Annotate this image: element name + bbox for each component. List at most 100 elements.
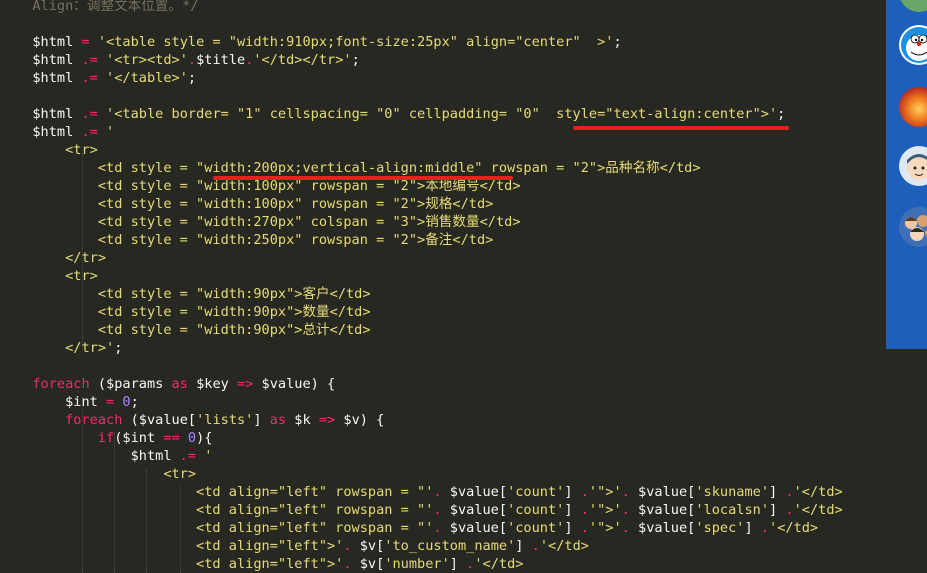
code-line: $html = '<table style = "width:910px;fon… bbox=[16, 33, 622, 51]
code-line: Align：调整文本位置。*/ bbox=[16, 0, 198, 15]
code-token: 'spec' bbox=[695, 520, 745, 536]
code-token: . bbox=[621, 502, 639, 518]
code-token: $v[ bbox=[359, 538, 385, 554]
code-token: ] bbox=[449, 556, 467, 572]
code-token: 'to_custom_name' bbox=[384, 538, 516, 554]
code-token: 'count' bbox=[507, 502, 565, 518]
code-token: foreach bbox=[16, 412, 123, 428]
code-token: <td style = "width:90px">数量</td> bbox=[16, 304, 371, 320]
avatar-partial[interactable] bbox=[899, 0, 927, 12]
code-token: ] bbox=[769, 502, 786, 518]
avatar-cartoon-face[interactable] bbox=[899, 146, 927, 186]
code-token: '</td></tr>' bbox=[253, 52, 352, 68]
code-token: $value[ bbox=[638, 484, 696, 500]
code-token: $html bbox=[16, 70, 74, 86]
code-line: <td style = "width:90px">客户</td> bbox=[16, 285, 371, 303]
code-token: . bbox=[433, 502, 450, 518]
code-line: <td style = "width:90px">数量</td> bbox=[16, 303, 371, 321]
code-token: 'skuname' bbox=[695, 484, 770, 500]
code-token: $value) { bbox=[253, 376, 336, 392]
code-token: as bbox=[269, 412, 287, 428]
code-line: <td align="left">'. $v['to_custom_name']… bbox=[16, 537, 589, 555]
code-line: <td align="left" rowspan = "'. $value[ 'c… bbox=[16, 501, 843, 519]
code-token: <td style = "width:270px" colspan = "3">… bbox=[16, 214, 521, 230]
code-line: foreach ($params as $key => $value) { bbox=[16, 375, 335, 393]
code-line: <tr> bbox=[16, 141, 98, 159]
code-token: . bbox=[580, 484, 589, 500]
code-token: $k bbox=[286, 412, 319, 428]
code-token: ($int bbox=[114, 430, 164, 446]
code-token: . bbox=[433, 520, 450, 536]
code-token: .= bbox=[73, 70, 107, 86]
code-token: </tr>' bbox=[16, 340, 115, 356]
code-token: $v) { bbox=[335, 412, 385, 428]
code-token: . bbox=[785, 484, 794, 500]
code-token: . bbox=[580, 502, 589, 518]
code-line: <td style = "width:270px" colspan = "3">… bbox=[16, 213, 521, 231]
code-token: if bbox=[16, 430, 115, 446]
code-line: <td align="left" rowspan = "'. $value['c… bbox=[16, 519, 818, 537]
code-token: <td align="left">' bbox=[16, 538, 344, 554]
code-token: $int bbox=[16, 394, 98, 410]
code-token: <td align="left" rowspan = "' bbox=[16, 520, 434, 536]
code-token: $value[ bbox=[638, 520, 696, 536]
code-line: <td align="left">'. $v['number'] .'</td> bbox=[16, 555, 523, 573]
code-token: => bbox=[237, 376, 254, 392]
code-token: . bbox=[531, 538, 540, 554]
code-line: </tr>'; bbox=[16, 339, 122, 357]
code-token: $key bbox=[187, 376, 237, 392]
code-token: .= bbox=[73, 124, 107, 140]
code-line: <td style = "width:250px" rowspan = "2">… bbox=[16, 231, 494, 249]
code-token: $html bbox=[16, 448, 172, 464]
code-line: <tr> bbox=[16, 267, 98, 285]
code-editor[interactable]: Align：调整文本位置。*/ $html = '<table style = … bbox=[0, 0, 886, 573]
code-token: '</td> bbox=[539, 538, 589, 554]
code-line: foreach ($value['lists'] as $k => $v) { bbox=[16, 411, 384, 429]
code-token: '</td> bbox=[793, 484, 843, 500]
code-token: '</td> bbox=[769, 520, 819, 536]
group-icon bbox=[905, 215, 927, 241]
code-token: <td align="left">' bbox=[16, 556, 344, 572]
code-token: 'count' bbox=[507, 520, 565, 536]
code-token: $value[ bbox=[449, 520, 508, 536]
avatar-sunset[interactable] bbox=[899, 87, 927, 127]
avatar-group[interactable] bbox=[899, 207, 927, 247]
code-token: <tr> bbox=[16, 268, 98, 284]
code-token: '">' bbox=[588, 502, 622, 518]
doraemon-icon bbox=[901, 27, 927, 63]
code-token: '</table>' bbox=[106, 70, 188, 86]
code-token: == bbox=[163, 430, 180, 446]
highlight-vertical-align-underline bbox=[213, 176, 513, 180]
code-token: ] bbox=[564, 520, 581, 536]
code-token: ] bbox=[744, 520, 761, 536]
avatar-doraemon[interactable] bbox=[899, 25, 927, 65]
code-token: 0 bbox=[122, 394, 131, 410]
code-token: '">' bbox=[588, 484, 622, 500]
side-panel bbox=[886, 0, 927, 349]
code-token: '">' bbox=[588, 520, 622, 536]
code-token: <td align="left" rowspan = "' bbox=[16, 502, 434, 518]
code-line: $html .= ' bbox=[16, 447, 213, 465]
code-token: $html bbox=[16, 106, 74, 122]
code-line: <tr> bbox=[16, 465, 196, 483]
code-token: .= bbox=[171, 448, 205, 464]
code-line: $int = 0; bbox=[16, 393, 139, 411]
code-token: $title bbox=[196, 52, 246, 68]
code-token: . bbox=[187, 52, 197, 68]
code-token: ; bbox=[613, 34, 622, 50]
code-token: Align：调整文本位置。*/ bbox=[16, 0, 199, 14]
code-token: ; bbox=[114, 340, 123, 356]
code-token: . bbox=[621, 520, 639, 536]
code-token: $value[ bbox=[638, 502, 696, 518]
code-token: '<tr><td>' bbox=[106, 52, 188, 68]
code-token: ] bbox=[564, 484, 581, 500]
code-token: . bbox=[343, 538, 360, 554]
code-token: . bbox=[343, 556, 360, 572]
code-token: . bbox=[433, 484, 450, 500]
code-line: <td style = "width:200px;vertical-align:… bbox=[16, 159, 701, 177]
code-line: if($int == 0){ bbox=[16, 429, 213, 447]
code-token: 'count' bbox=[507, 484, 565, 500]
code-line: $html .= ' bbox=[16, 123, 114, 141]
code-token: . bbox=[785, 502, 794, 518]
code-token: '</td> bbox=[793, 502, 843, 518]
